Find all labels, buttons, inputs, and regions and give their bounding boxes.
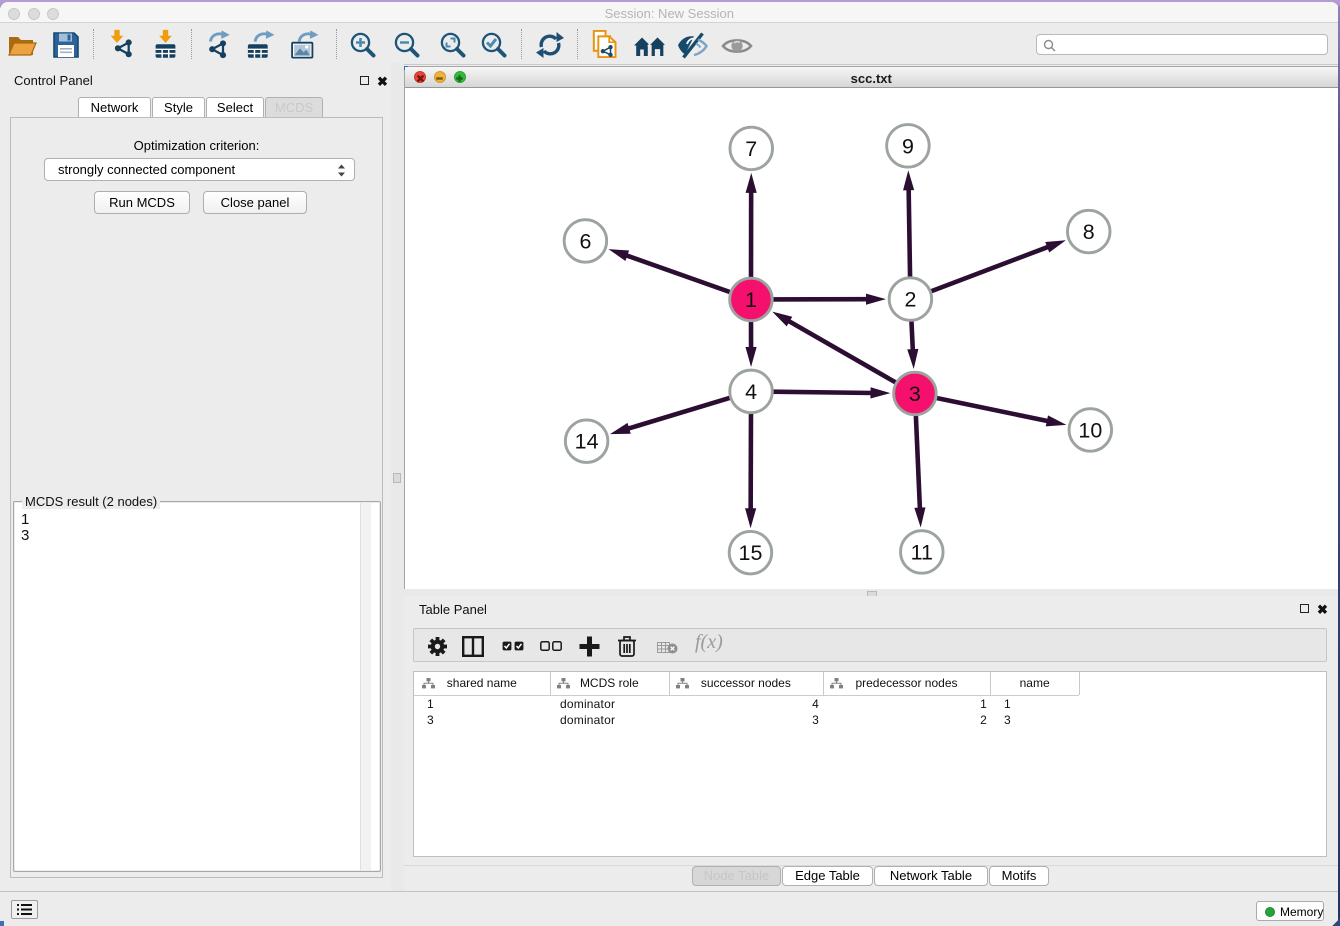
svg-text:9: 9 xyxy=(902,134,914,158)
svg-text:8: 8 xyxy=(1083,220,1095,244)
svg-text:3: 3 xyxy=(909,382,921,406)
svg-text:2: 2 xyxy=(904,288,916,312)
svg-text:7: 7 xyxy=(745,137,757,161)
svg-text:11: 11 xyxy=(911,540,933,564)
svg-text:10: 10 xyxy=(1078,418,1102,442)
svg-text:6: 6 xyxy=(579,229,591,253)
svg-text:1: 1 xyxy=(745,288,757,312)
svg-text:4: 4 xyxy=(745,380,757,404)
svg-text:14: 14 xyxy=(575,430,599,454)
svg-text:15: 15 xyxy=(739,541,763,565)
